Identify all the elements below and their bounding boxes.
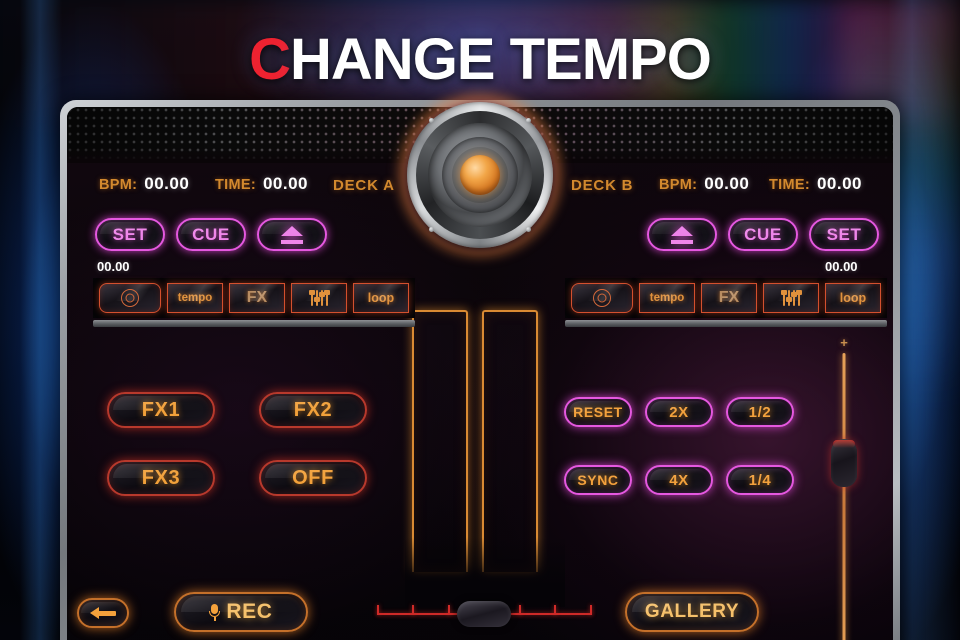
deck-b-bpm-value: 00.00 xyxy=(704,174,750,193)
deck-a-mode-bar: tempo FX loop xyxy=(93,278,415,327)
eject-icon xyxy=(671,225,693,244)
deck-a-cue-button[interactable]: CUE xyxy=(176,218,246,251)
4x-label: 4X xyxy=(669,471,689,489)
rec-label: REC xyxy=(226,600,273,623)
deck-a-loop-button[interactable]: loop xyxy=(353,283,409,313)
deck-a-bpm-label: BPM: xyxy=(99,177,138,193)
fx3-button[interactable]: FX3 xyxy=(107,460,215,496)
2x-label: 2X xyxy=(669,403,689,421)
off-label: OFF xyxy=(292,466,334,489)
fx1-label: FX1 xyxy=(141,398,181,421)
microphone-icon xyxy=(209,603,221,621)
deck-a-set-label: SET xyxy=(112,224,148,244)
tempo-slider-knob[interactable] xyxy=(831,439,857,487)
deck-b-disc-button[interactable] xyxy=(571,283,633,313)
deck-b-tag: DECK B xyxy=(571,177,634,194)
sync-label: SYNC xyxy=(577,472,619,488)
tempo-slider-plus: + xyxy=(840,335,848,350)
4x-button[interactable]: 4X xyxy=(645,465,713,495)
deck-a-time-value: 00.00 xyxy=(262,174,309,193)
deck-a-fx-button[interactable]: FX xyxy=(229,283,285,313)
deck-b-time-readout: TIME: 00.00 xyxy=(769,174,862,194)
page-title: CHANGE TEMPO xyxy=(0,26,960,93)
crossfader-knob[interactable] xyxy=(457,601,511,627)
deck-a-faders-button[interactable] xyxy=(291,283,347,313)
deck-b-mini-value: 00.00 xyxy=(825,259,858,274)
channel-strip-left xyxy=(412,310,468,572)
reset-label: RESET xyxy=(573,404,623,420)
speaker-dome xyxy=(460,155,500,195)
deck-a-disc-button[interactable] xyxy=(99,283,161,313)
deck-b-cue-button[interactable]: CUE xyxy=(728,218,798,251)
deck-b-fx-button[interactable]: FX xyxy=(701,283,757,313)
tempo-slider-track[interactable] xyxy=(842,353,846,640)
quarter-label: 1/4 xyxy=(748,471,772,489)
deck-a-cue-label: CUE xyxy=(192,224,230,244)
deck-b-loop-button[interactable]: loop xyxy=(825,283,881,313)
deck-b-faders-button[interactable] xyxy=(763,283,819,313)
deck-a-tag: DECK A xyxy=(333,177,395,194)
disc-icon xyxy=(121,289,139,307)
gallery-button[interactable]: GALLERY xyxy=(625,592,759,632)
deck-a-tempo-button[interactable]: tempo xyxy=(167,283,223,313)
deck-a-bpm-value: 00.00 xyxy=(144,174,190,193)
deck-a-time-label: TIME: xyxy=(215,177,256,193)
deck-a-time-readout: TIME: 00.00 xyxy=(215,174,308,194)
rec-button[interactable]: REC xyxy=(174,592,308,632)
deck-b-tempo-button[interactable]: tempo xyxy=(639,283,695,313)
back-button[interactable] xyxy=(77,598,129,628)
reset-button[interactable]: RESET xyxy=(564,397,632,427)
fx2-label: FX2 xyxy=(293,398,333,421)
deck-b-eject-button[interactable] xyxy=(647,218,717,251)
quarter-button[interactable]: 1/4 xyxy=(726,465,794,495)
title-rest: HANGE TEMPO xyxy=(290,27,712,92)
deck-b-bpm-label: BPM: xyxy=(659,177,698,193)
eject-icon xyxy=(281,225,303,244)
deck-b-bpm-readout: BPM: 00.00 xyxy=(659,174,749,194)
off-button[interactable]: OFF xyxy=(259,460,367,496)
deck-b-time-value: 00.00 xyxy=(816,174,863,193)
tempo-slider[interactable]: + − xyxy=(823,335,865,640)
fx1-button[interactable]: FX1 xyxy=(107,392,215,428)
fx2-button[interactable]: FX2 xyxy=(259,392,367,428)
sync-button[interactable]: SYNC xyxy=(564,465,632,495)
deck-a-eject-button[interactable] xyxy=(257,218,327,251)
deck-b-cue-label: CUE xyxy=(744,224,782,244)
speaker-cone xyxy=(394,91,566,259)
half-label: 1/2 xyxy=(748,403,772,421)
gallery-label: GALLERY xyxy=(644,601,740,622)
back-arrow-icon xyxy=(90,607,116,619)
deck-a-bpm-readout: BPM: 00.00 xyxy=(99,174,189,194)
deck-b-time-label: TIME: xyxy=(769,177,810,193)
deck-b-set-button[interactable]: SET xyxy=(809,218,879,251)
crossfader[interactable] xyxy=(377,597,592,631)
channel-strip-right xyxy=(482,310,538,572)
deck-a-mini-value: 00.00 xyxy=(97,259,130,274)
app-screenshot: CHANGE TEMPO BPM: 00.00 TIME: 00.00 DECK… xyxy=(0,0,960,640)
deck-b-set-label: SET xyxy=(826,224,862,244)
half-button[interactable]: 1/2 xyxy=(726,397,794,427)
disc-icon xyxy=(593,289,611,307)
fx3-label: FX3 xyxy=(141,466,181,489)
deck-a-set-button[interactable]: SET xyxy=(95,218,165,251)
deck-b-mode-bar: tempo FX loop xyxy=(565,278,887,327)
2x-button[interactable]: 2X xyxy=(645,397,713,427)
title-accent-letter: C xyxy=(249,27,291,92)
